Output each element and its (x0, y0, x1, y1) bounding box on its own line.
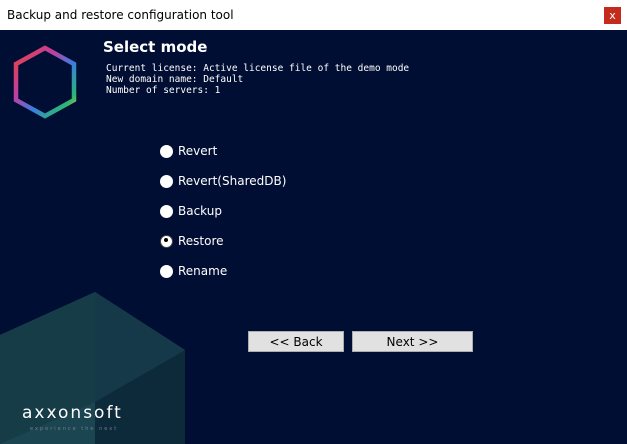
radio-label: Rename (178, 264, 228, 278)
radio-rename[interactable]: Rename (160, 263, 227, 279)
radio-button-selected[interactable] (160, 234, 173, 248)
page-title: Select mode (103, 38, 208, 56)
radio-label: Backup (178, 204, 222, 218)
window-title: Backup and restore configuration tool (7, 8, 234, 22)
radio-button[interactable] (160, 174, 173, 188)
brand-logo: axxonsoft (22, 403, 123, 423)
radio-label: Restore (178, 234, 224, 248)
radio-button[interactable] (160, 144, 173, 158)
radio-button[interactable] (160, 204, 173, 218)
content-panel: Select mode Current license: Active lice… (0, 30, 627, 444)
dialog-window: Backup and restore configuration tool x … (0, 0, 627, 444)
servers-info: Number of servers: 1 (106, 85, 221, 96)
radio-label: Revert (178, 144, 218, 158)
radio-restore[interactable]: Restore (160, 233, 224, 249)
close-button[interactable]: x (604, 7, 621, 24)
title-bar: Backup and restore configuration tool x (0, 0, 627, 30)
hexagon-logo-icon (13, 45, 77, 119)
next-button[interactable]: Next >> (352, 331, 473, 352)
back-button[interactable]: << Back (248, 331, 344, 352)
license-info: Current license: Active license file of … (106, 63, 410, 74)
brand-tagline: experience the next (30, 426, 119, 432)
radio-revert-shareddb[interactable]: Revert(SharedDB) (160, 173, 286, 189)
radio-label: Revert(SharedDB) (178, 174, 287, 188)
domain-info: New domain name: Default (106, 74, 244, 85)
radio-revert[interactable]: Revert (160, 143, 217, 159)
background-decoration (0, 292, 185, 444)
radio-backup[interactable]: Backup (160, 203, 222, 219)
radio-button[interactable] (160, 264, 173, 278)
